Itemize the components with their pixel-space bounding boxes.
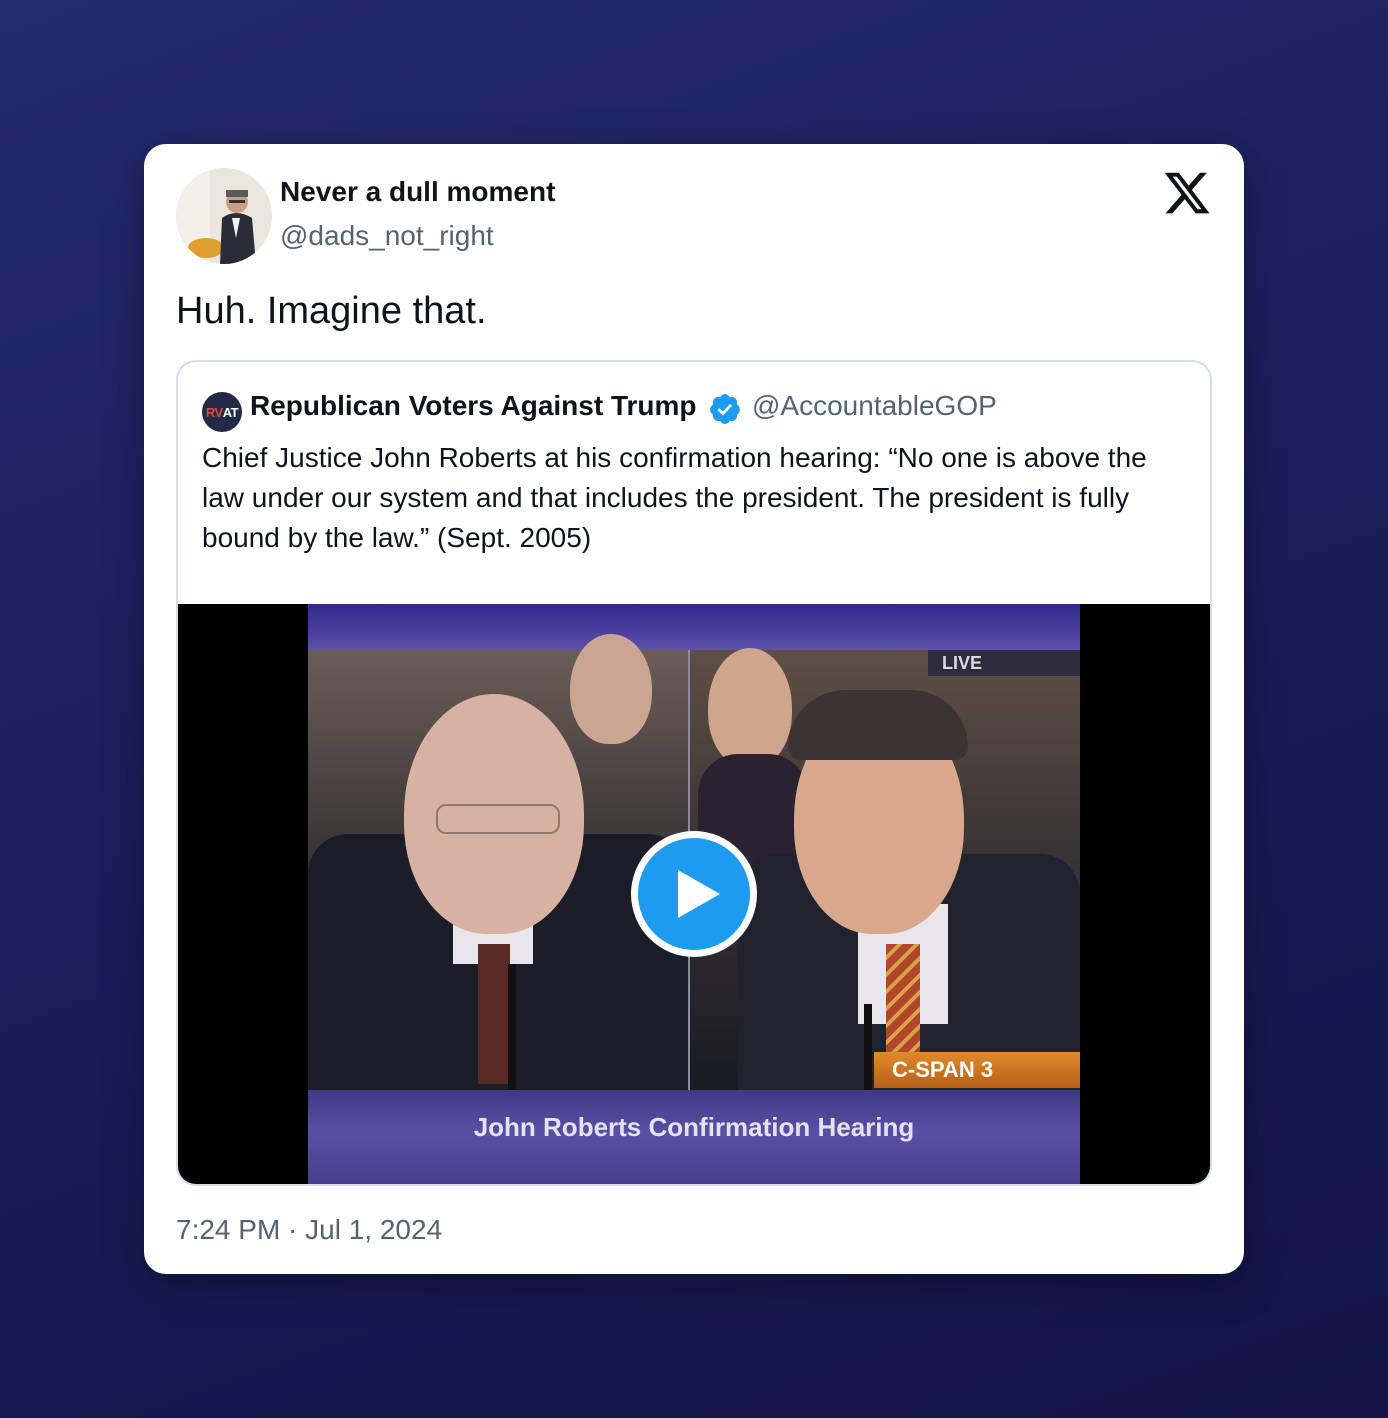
quoted-author-avatar[interactable]: RV AT (202, 392, 242, 432)
play-button[interactable] (628, 828, 760, 960)
tweet-text: Huh. Imagine that. (176, 290, 487, 332)
network-label: C-SPAN 3 (874, 1052, 1080, 1088)
left-person-tie (478, 944, 510, 1084)
quoted-tweet[interactable]: RV AT Republican Voters Against Trump @Ac… (176, 360, 1212, 1186)
quoted-avatar-text-b: AT (222, 404, 239, 420)
microphone-icon (864, 1004, 872, 1090)
live-label: LIVE (928, 650, 1080, 676)
x-logo-icon[interactable] (1162, 168, 1212, 218)
play-icon (631, 831, 757, 957)
quoted-avatar-text-a: RV (205, 404, 223, 420)
background-person (708, 648, 792, 768)
video-top-band (308, 604, 1080, 650)
tweet-card: Never a dull moment @dads_not_right Huh.… (144, 144, 1244, 1274)
quoted-author-handle[interactable]: @AccountableGOP (752, 390, 997, 422)
quoted-author-name[interactable]: Republican Voters Against Trump (250, 390, 697, 422)
quoted-tweet-text: Chief Justice John Roberts at his confir… (202, 442, 1147, 553)
microphone-icon (508, 964, 516, 1090)
verified-badge-icon (708, 392, 742, 426)
avatar-photo-icon (176, 168, 272, 264)
author-name[interactable]: Never a dull moment (280, 176, 555, 208)
left-person-glasses (436, 804, 560, 834)
tweet-timestamp[interactable]: 7:24 PM · Jul 1, 2024 (176, 1214, 442, 1246)
video-player[interactable]: LIVE C-SPAN 3 John Roberts Confirmation … (178, 604, 1210, 1184)
video-caption: John Roberts Confirmation Hearing (473, 1112, 915, 1142)
author-avatar[interactable] (176, 168, 272, 264)
background-person (570, 634, 652, 744)
right-person-hair (788, 690, 968, 760)
author-handle[interactable]: @dads_not_right (280, 220, 494, 252)
